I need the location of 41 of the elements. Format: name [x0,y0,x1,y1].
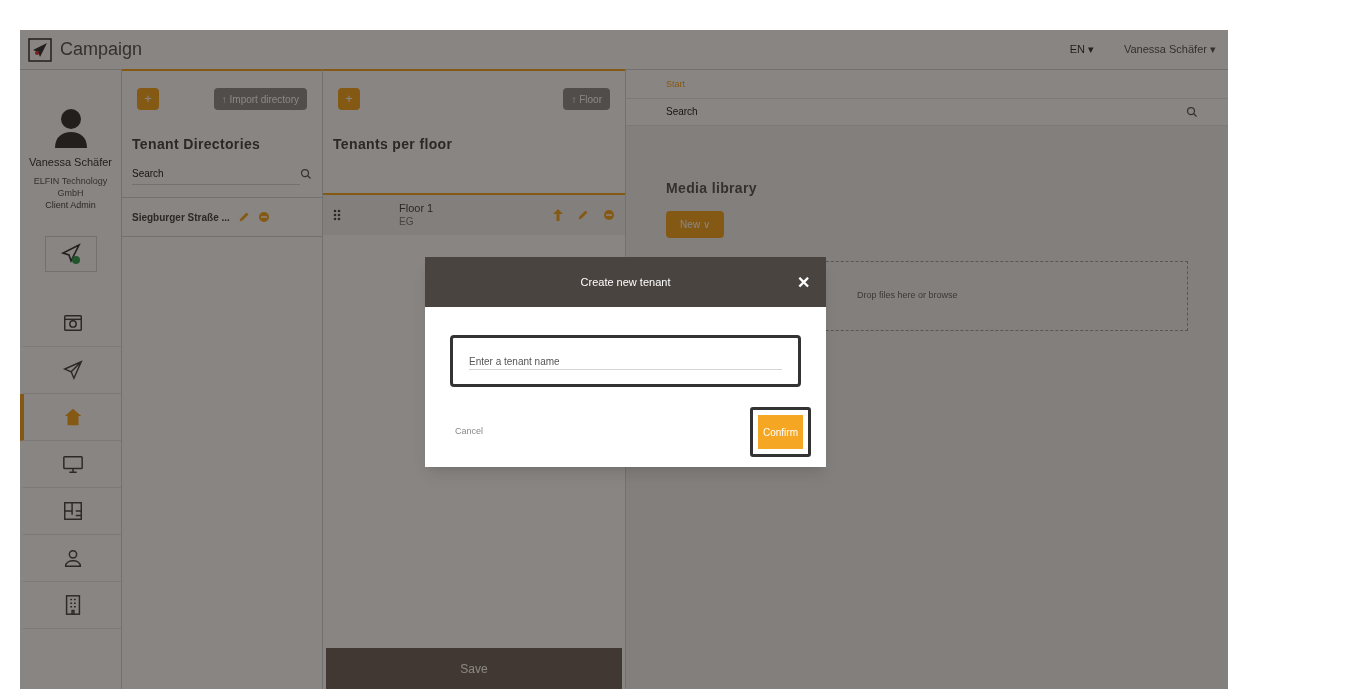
drag-handle-icon[interactable] [333,209,341,221]
floorplan-icon [61,500,84,522]
add-floor-button[interactable]: + [338,88,360,110]
pencil-icon[interactable] [577,209,589,221]
directory-search-field[interactable]: Search [132,163,300,185]
floors-heading: Tenants per floor [332,135,454,154]
arrow-up-icon[interactable] [553,209,563,221]
language-menu[interactable]: EN ▾ [1069,41,1094,58]
paper-plane-icon [61,359,84,381]
close-button[interactable]: ✕ [797,271,810,295]
cancel-button[interactable]: Cancel [455,425,483,439]
user-menu[interactable]: Vanessa Schäfer ▾ [1124,41,1216,58]
confirm-button[interactable]: Confirm [758,415,803,449]
company-name: ELFIN Technology GmbH [32,174,109,199]
new-media-button[interactable]: New ∨ [666,210,724,238]
save-button[interactable]: Save [326,648,622,689]
breadcrumb-link[interactable]: Start [626,78,1228,92]
image-icon [61,312,84,334]
directories-heading: Tenant Directories [131,135,262,154]
search-icon [300,168,312,180]
media-heading: Media library [666,178,758,198]
directory-name: Siegburger Straße ... [132,210,230,225]
remove-icon[interactable] [603,209,615,221]
tenant-name-field[interactable]: Enter a tenant name [450,335,801,387]
floor-name: Floor 1 [399,202,434,215]
floor-code: EG [399,215,415,228]
monitor-icon [60,453,85,475]
directory-row[interactable]: Siegburger Straße ... [122,197,322,237]
pencil-icon[interactable] [237,211,250,223]
add-directory-button[interactable]: + [137,88,159,110]
floor-row[interactable]: Floor 1 EG [323,193,625,235]
search-icon [1186,105,1198,118]
remove-icon[interactable] [257,211,270,223]
app-name: Campaign [60,38,143,61]
dialog-title: Create new tenant [580,274,671,290]
new-campaign-button[interactable] [44,236,97,272]
user-role: Client Admin [45,198,96,212]
logo-icon [28,37,52,62]
user-name: Vanessa Schäfer [29,155,112,170]
drop-files-text: Drop files here or browse [857,288,958,302]
avatar-icon [52,108,89,148]
